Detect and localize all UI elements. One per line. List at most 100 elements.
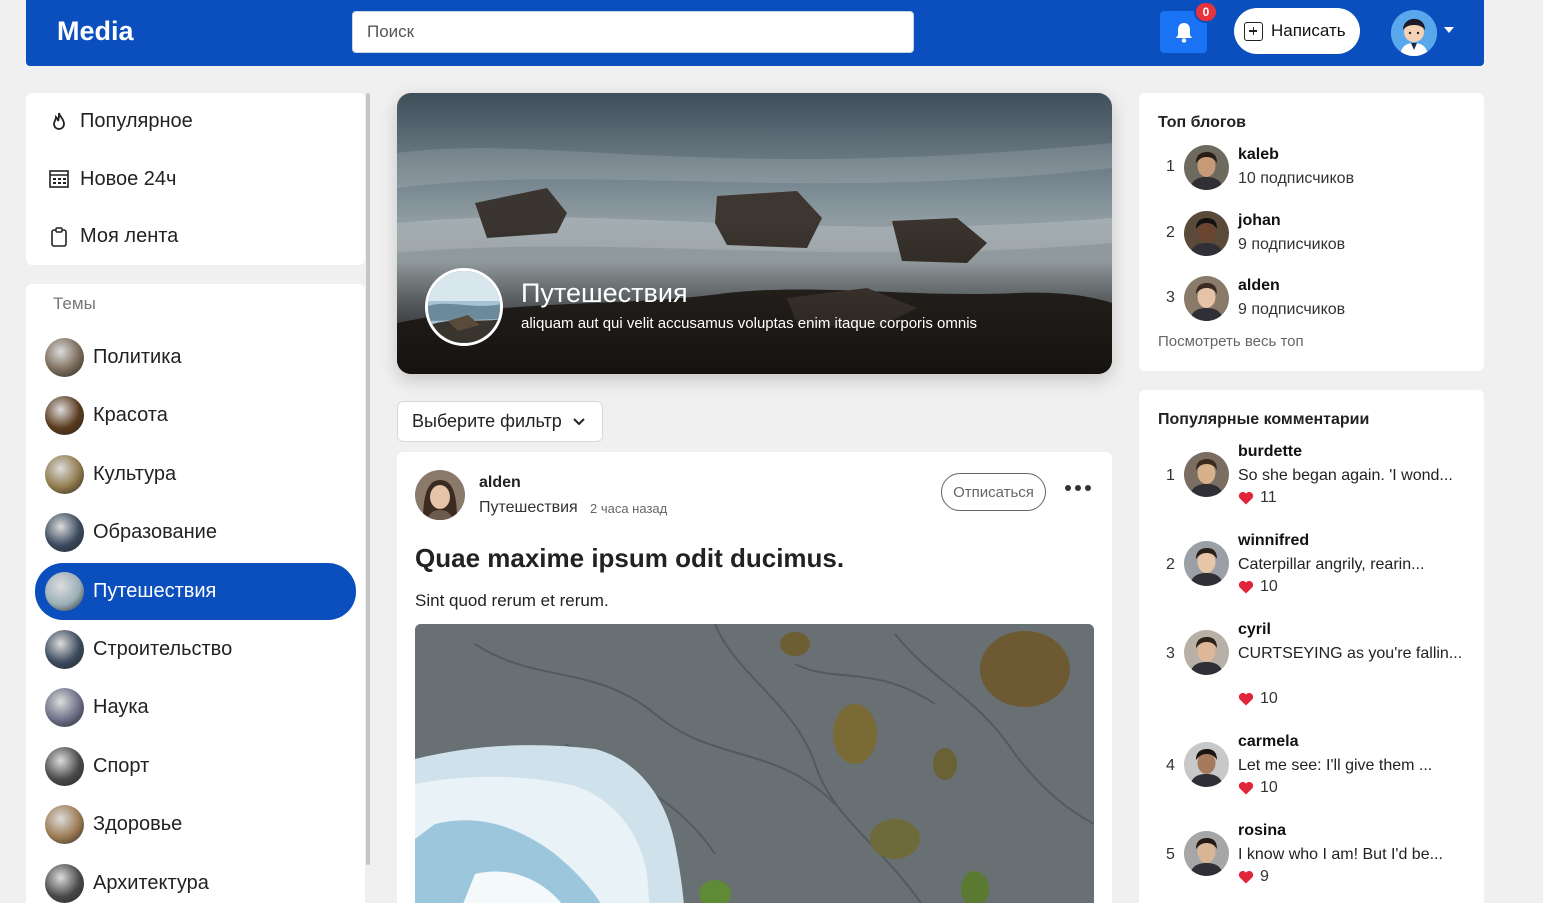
commenter-name[interactable]: carmela bbox=[1238, 733, 1299, 751]
main-nav: Популярное Новое 24ч Моя лента bbox=[26, 93, 365, 265]
nav-item-my-feed[interactable]: Моя лента bbox=[26, 208, 365, 266]
topic-item[interactable]: Красота bbox=[35, 387, 356, 444]
subscriber-count: 9 подписчиков bbox=[1238, 301, 1346, 318]
heart-icon bbox=[1238, 580, 1254, 594]
heart-icon bbox=[1238, 491, 1254, 505]
comment-likes[interactable]: 10 bbox=[1238, 779, 1278, 797]
rank-number: 3 bbox=[1166, 289, 1175, 306]
bell-icon bbox=[1175, 23, 1192, 43]
comment-text[interactable]: Caterpillar angrily, rearin... bbox=[1238, 553, 1463, 576]
like-count: 10 bbox=[1260, 578, 1278, 595]
commenter-name[interactable]: winnifred bbox=[1238, 532, 1309, 550]
topic-item[interactable]: Здоровье bbox=[35, 796, 356, 853]
nav-item-popular[interactable]: Популярное bbox=[26, 93, 365, 151]
topic-label: Спорт bbox=[93, 754, 150, 777]
blogger-name[interactable]: alden bbox=[1238, 277, 1280, 295]
nav-item-new[interactable]: Новое 24ч bbox=[26, 151, 365, 209]
chevron-down-icon[interactable] bbox=[1444, 27, 1454, 33]
rank-number: 2 bbox=[1166, 556, 1175, 573]
topic-avatar bbox=[45, 513, 84, 553]
post-title[interactable]: Quae maxime ipsum odit ducimus. bbox=[415, 543, 844, 574]
blogger-avatar[interactable] bbox=[1184, 210, 1229, 256]
topic-avatar bbox=[45, 454, 84, 494]
logo[interactable]: Media bbox=[57, 16, 134, 47]
popular-comments-panel: Популярные комментарии 1 burdette So she b… bbox=[1139, 390, 1484, 903]
topic-banner: Путешествия aliquam aut qui velit accusa… bbox=[397, 93, 1112, 374]
unsubscribe-button[interactable]: Отписаться bbox=[941, 473, 1046, 511]
blogger-avatar[interactable] bbox=[1184, 145, 1229, 190]
blogger-avatar[interactable] bbox=[1184, 276, 1229, 321]
commenter-avatar[interactable] bbox=[1184, 742, 1229, 787]
calendar-icon bbox=[48, 168, 70, 190]
more-options-icon[interactable] bbox=[1065, 485, 1091, 491]
subscriber-count: 9 подписчиков bbox=[1238, 235, 1346, 253]
commenter-name[interactable]: cyril bbox=[1238, 621, 1271, 639]
write-post-button[interactable]: Написать bbox=[1234, 8, 1360, 54]
commenter-name[interactable]: burdette bbox=[1238, 443, 1302, 461]
commenter-name[interactable]: rosina bbox=[1238, 822, 1286, 840]
blogger-name[interactable]: johan bbox=[1238, 212, 1281, 230]
comment-likes[interactable]: 10 bbox=[1238, 578, 1278, 596]
sidebar-scrollbar[interactable] bbox=[366, 93, 370, 865]
plus-square-icon bbox=[1244, 21, 1263, 41]
topic-label: Культура bbox=[93, 462, 177, 485]
write-label: Написать bbox=[1271, 21, 1346, 40]
topic-label: Строительство bbox=[93, 638, 233, 660]
filter-label: Выберите фильтр bbox=[412, 411, 562, 431]
nav-label: Популярное bbox=[80, 110, 193, 133]
topic-item[interactable]: Политика bbox=[35, 329, 356, 386]
filter-dropdown[interactable]: Выберите фильтр bbox=[397, 401, 603, 442]
comment-likes[interactable]: 9 bbox=[1238, 868, 1269, 886]
banner-description: aliquam aut qui velit accusamus voluptas… bbox=[521, 315, 978, 332]
topic-avatar bbox=[45, 338, 84, 377]
topic-label: Путешествия bbox=[93, 579, 217, 602]
comment-likes[interactable]: 11 bbox=[1238, 489, 1277, 507]
comment-text[interactable]: Let me see: I'll give them ... bbox=[1238, 754, 1463, 777]
topic-item[interactable]: Спорт bbox=[35, 738, 356, 795]
topic-item[interactable]: Наука bbox=[35, 679, 356, 736]
rank-number: 2 bbox=[1166, 223, 1175, 241]
chevron-down-icon bbox=[573, 417, 585, 425]
post-card: alden Путешествия 2 часа назад Отписатьс… bbox=[397, 452, 1112, 903]
subscriber-count: 10 подписчиков bbox=[1238, 170, 1355, 187]
user-avatar[interactable] bbox=[1391, 10, 1437, 56]
topic-item[interactable]: Культура bbox=[35, 446, 356, 503]
topic-label: Здоровье bbox=[93, 813, 183, 836]
topic-label: Образование bbox=[93, 521, 217, 544]
topic-label: Архитектура bbox=[93, 871, 209, 894]
author-avatar[interactable] bbox=[415, 470, 465, 520]
comment-text[interactable]: I know who I am! But I'd be... bbox=[1238, 843, 1463, 866]
see-all-top-link[interactable]: Посмотреть весь топ bbox=[1158, 333, 1304, 350]
clipboard-icon bbox=[48, 226, 70, 248]
like-count: 11 bbox=[1260, 489, 1277, 506]
post-image[interactable] bbox=[415, 624, 1094, 903]
popular-comments-title: Популярные комментарии bbox=[1158, 411, 1370, 428]
commenter-avatar[interactable] bbox=[1184, 831, 1229, 876]
topic-avatar bbox=[425, 268, 503, 346]
topics-panel: Темы Политика Красота Культура Образование П… bbox=[26, 284, 365, 903]
post-author[interactable]: alden bbox=[479, 474, 521, 492]
topic-item[interactable]: Строительство bbox=[35, 621, 356, 678]
topic-item[interactable]: Архитектура bbox=[35, 855, 356, 903]
topic-item[interactable]: Путешествия bbox=[35, 562, 356, 620]
comment-text[interactable]: So she began again. 'I wond... bbox=[1238, 464, 1463, 487]
comment-text[interactable]: CURTSEYING as you're fallin... bbox=[1238, 642, 1463, 665]
like-count: 10 bbox=[1260, 690, 1278, 707]
top-blogs-panel: Топ блогов 1 kaleb 10 подписчиков 2 johan 9 п… bbox=[1139, 93, 1484, 371]
like-count: 9 bbox=[1260, 868, 1269, 885]
commenter-avatar[interactable] bbox=[1184, 630, 1229, 675]
topic-label: Политика bbox=[93, 346, 182, 368]
post-time: 2 часа назад bbox=[590, 501, 668, 516]
blogger-name[interactable]: kaleb bbox=[1238, 146, 1279, 164]
rank-number: 5 bbox=[1166, 846, 1175, 863]
post-topic[interactable]: Путешествия bbox=[479, 499, 578, 517]
commenter-avatar[interactable] bbox=[1184, 541, 1229, 586]
comment-likes[interactable]: 10 bbox=[1238, 690, 1278, 708]
topic-avatar bbox=[45, 688, 84, 728]
topic-item[interactable]: Образование bbox=[35, 504, 356, 561]
fire-icon bbox=[48, 111, 70, 133]
topics-title: Темы bbox=[53, 294, 96, 313]
commenter-avatar[interactable] bbox=[1184, 452, 1229, 497]
like-count: 10 bbox=[1260, 779, 1278, 796]
search-input[interactable] bbox=[352, 11, 914, 53]
